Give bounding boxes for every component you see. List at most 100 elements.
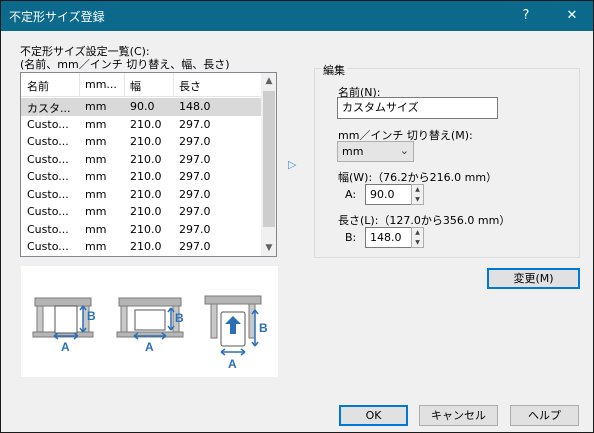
size-list[interactable]: 名前 mm... 幅 長さ カスタ... mm 90.0 148.0 Custo... m… (20, 72, 277, 257)
column-header-unit[interactable]: mm... (85, 78, 117, 91)
row-length-cell: 297.0 (179, 240, 211, 253)
width-label: 幅(W):（76.2から216.0 mm） (338, 171, 498, 184)
help-button[interactable]: ヘルプ (510, 405, 579, 426)
unit-select[interactable]: mm ⌄ (337, 141, 414, 162)
row-name-cell: Custo... (27, 117, 69, 131)
column-separator[interactable] (79, 73, 80, 97)
row-length-cell: 297.0 (179, 135, 211, 148)
row-unit-cell: mm (85, 187, 107, 201)
length-label: 長さ(L):（127.0から356.0 mm） (338, 214, 511, 227)
edit-group-label: 編集 (321, 62, 347, 78)
feed-diagram-1: A B (32, 297, 96, 354)
spin-down-icon[interactable]: ▼ (412, 195, 423, 205)
row-width-cell: 210.0 (130, 170, 162, 183)
table-row[interactable]: Custo... mm 210.0 297.0 (21, 133, 261, 151)
row-unit-cell: mm (85, 170, 107, 183)
row-length-cell: 148.0 (179, 100, 211, 113)
row-name-cell: Custo... (27, 135, 69, 148)
list-scrollbar[interactable]: ▲ ▼ (261, 73, 276, 256)
diagram-2-label-b: B (175, 311, 184, 325)
feed-diagrams: A B A B A B (32, 295, 268, 371)
scroll-thumb[interactable] (263, 91, 275, 227)
feed-diagram-3: A B (204, 295, 268, 371)
row-unit-cell: mm (85, 240, 107, 253)
cancel-button[interactable]: キャンセル (419, 405, 498, 426)
table-row[interactable]: Custo... mm 210.0 297.0 (21, 116, 261, 134)
window-title: 不定形サイズ登録 (9, 10, 105, 24)
table-row[interactable]: Custo... mm 210.0 297.0 (21, 151, 261, 169)
title-bar: 不定形サイズ登録 ? ✕ (1, 1, 593, 31)
row-width-cell: 90.0 (130, 100, 155, 113)
diagram-2-label-a: A (145, 340, 154, 354)
size-list-label-line2: (名前、mm／インチ 切り替え、幅、長さ) (20, 58, 230, 71)
row-width-cell: 210.0 (130, 240, 162, 253)
width-input[interactable]: 90.0 (365, 184, 412, 205)
feed-diagram-2: A B (116, 297, 184, 354)
row-unit-cell: mm (85, 100, 107, 113)
size-list-label: 不定形サイズ設定一覧(C): (名前、mm／インチ 切り替え、幅、長さ) (20, 45, 230, 71)
chevron-down-icon: ⌄ (399, 144, 409, 157)
row-name-cell: Custo... (27, 152, 69, 166)
row-name-cell: Custo... (27, 170, 69, 183)
table-row[interactable]: Custo... mm 210.0 297.0 (21, 186, 261, 204)
row-unit-cell: mm (85, 152, 107, 166)
length-b-label: B: (345, 231, 357, 244)
row-name-cell: Custo... (27, 205, 69, 218)
spin-up-icon[interactable]: ▲ (412, 185, 423, 195)
row-width-cell: 210.0 (130, 205, 162, 218)
width-spinner[interactable]: ▲ ▼ (411, 184, 424, 205)
width-a-label: A: (345, 188, 357, 201)
table-row[interactable]: Custo... mm 210.0 297.0 (21, 221, 261, 239)
scroll-up-icon[interactable]: ▲ (261, 73, 276, 89)
row-width-cell: 210.0 (130, 117, 162, 131)
length-spinner[interactable]: ▲ ▼ (411, 227, 424, 248)
spin-down-icon[interactable]: ▼ (412, 238, 423, 248)
row-name-cell: カスタ... (27, 102, 71, 115)
row-unit-cell: mm (85, 205, 107, 218)
diagram-1-label-b: B (87, 309, 96, 323)
table-row[interactable]: Custo... mm 210.0 297.0 (21, 238, 261, 256)
row-width-cell: 210.0 (130, 152, 162, 166)
dialog-window: 不定形サイズ登録 ? ✕ 不定形サイズ設定一覧(C): (名前、mm／インチ 切… (0, 0, 594, 433)
name-input[interactable]: カスタムサイズ (337, 97, 498, 119)
row-length-cell: 297.0 (179, 152, 211, 166)
spin-up-icon[interactable]: ▲ (412, 228, 423, 238)
size-list-label-line1: 不定形サイズ設定一覧(C): (20, 45, 150, 58)
row-length-cell: 297.0 (179, 170, 211, 183)
transfer-arrow-icon: ▷ (288, 158, 297, 171)
change-button[interactable]: 変更(M) (487, 268, 580, 289)
length-input[interactable]: 148.0 (365, 227, 412, 248)
column-separator[interactable] (173, 73, 174, 97)
row-width-cell: 210.0 (130, 222, 162, 236)
row-unit-cell: mm (85, 222, 107, 236)
close-button[interactable]: ✕ (549, 1, 594, 31)
table-row[interactable]: カスタ... mm 90.0 148.0 (21, 98, 261, 116)
ok-button[interactable]: OK (339, 405, 408, 426)
table-row[interactable]: Custo... mm 210.0 297.0 (21, 168, 261, 186)
unit-select-value: mm (342, 145, 364, 158)
column-header-name[interactable]: 名前 (27, 78, 49, 94)
row-unit-cell: mm (85, 117, 107, 131)
row-name-cell: Custo... (27, 222, 69, 236)
row-name-cell: Custo... (27, 240, 69, 253)
scroll-down-icon[interactable]: ▼ (261, 240, 276, 256)
table-row[interactable]: Custo...mm210.0297.0 (21, 256, 261, 257)
row-name-cell: Custo... (27, 187, 69, 201)
row-length-cell: 297.0 (179, 187, 211, 201)
row-length-cell: 297.0 (179, 205, 211, 218)
row-length-cell: 297.0 (179, 222, 211, 236)
help-title-button[interactable]: ? (503, 1, 549, 31)
paper-feed-illustration: A B A B A B (21, 266, 278, 377)
column-header-width[interactable]: 幅 (130, 78, 141, 94)
diagram-3-label-b: B (259, 321, 268, 335)
table-row[interactable]: Custo... mm 210.0 297.0 (21, 203, 261, 221)
row-width-cell: 210.0 (130, 135, 162, 148)
column-separator[interactable] (124, 73, 125, 97)
column-header-length[interactable]: 長さ (179, 78, 201, 94)
list-header: 名前 mm... 幅 長さ (21, 73, 261, 97)
diagram-1-label-a: A (61, 340, 70, 354)
diagram-3-label-a: A (228, 357, 237, 371)
row-length-cell: 297.0 (179, 117, 211, 131)
row-unit-cell: mm (85, 135, 107, 148)
row-width-cell: 210.0 (130, 187, 162, 201)
